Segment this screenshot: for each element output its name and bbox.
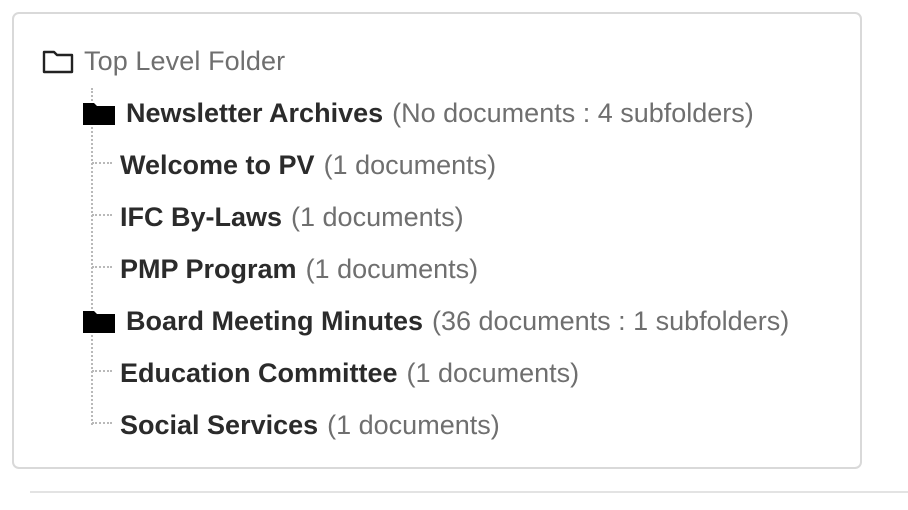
folder-tree-panel: Top Level Folder Newsletter Archives (No… — [12, 12, 862, 469]
tree-folder-board-meeting-minutes[interactable]: Board Meeting Minutes (36 documents : 1 … — [82, 301, 789, 341]
tree-item-welcome-to-pv[interactable]: Welcome to PV (1 documents) — [92, 145, 496, 185]
folder-count: (No documents : 4 subfolders) — [392, 97, 754, 128]
section-divider — [30, 491, 908, 493]
tree-branch-connector — [92, 266, 112, 268]
tree-branch-connector — [92, 370, 112, 372]
root-folder-label: Top Level Folder — [84, 45, 286, 76]
folder-icon — [83, 103, 115, 125]
tree-branch-connector — [92, 162, 112, 164]
tree-item-ifc-by-laws[interactable]: IFC By-Laws (1 documents) — [92, 197, 464, 237]
folder-name: Board Meeting Minutes — [126, 305, 424, 336]
folder-count: (36 documents : 1 subfolders) — [432, 305, 790, 336]
tree-item-social-services[interactable]: Social Services (1 documents) — [92, 405, 500, 445]
folder-outline-icon — [42, 50, 74, 74]
tree-branch-connector — [92, 422, 112, 424]
item-count: (1 documents) — [406, 357, 580, 388]
tree-item-pmp-program[interactable]: PMP Program (1 documents) — [92, 249, 478, 289]
folder-name: Newsletter Archives — [126, 97, 384, 128]
item-name: PMP Program — [120, 253, 297, 284]
tree-branch-connector — [92, 214, 112, 216]
item-name: Welcome to PV — [120, 149, 315, 180]
item-count: (1 documents) — [305, 253, 479, 284]
item-count: (1 documents) — [291, 201, 464, 232]
item-name: IFC By-Laws — [120, 201, 283, 232]
tree-folder-newsletter-archives[interactable]: Newsletter Archives (No documents : 4 su… — [82, 93, 754, 133]
item-name: Social Services — [120, 409, 319, 440]
item-name: Education Committee — [120, 357, 398, 388]
item-count: (1 documents) — [323, 149, 497, 180]
folder-icon — [83, 311, 115, 333]
item-count: (1 documents) — [327, 409, 500, 440]
tree-item-education-committee[interactable]: Education Committee (1 documents) — [92, 353, 579, 393]
root-folder[interactable]: Top Level Folder — [42, 41, 285, 81]
